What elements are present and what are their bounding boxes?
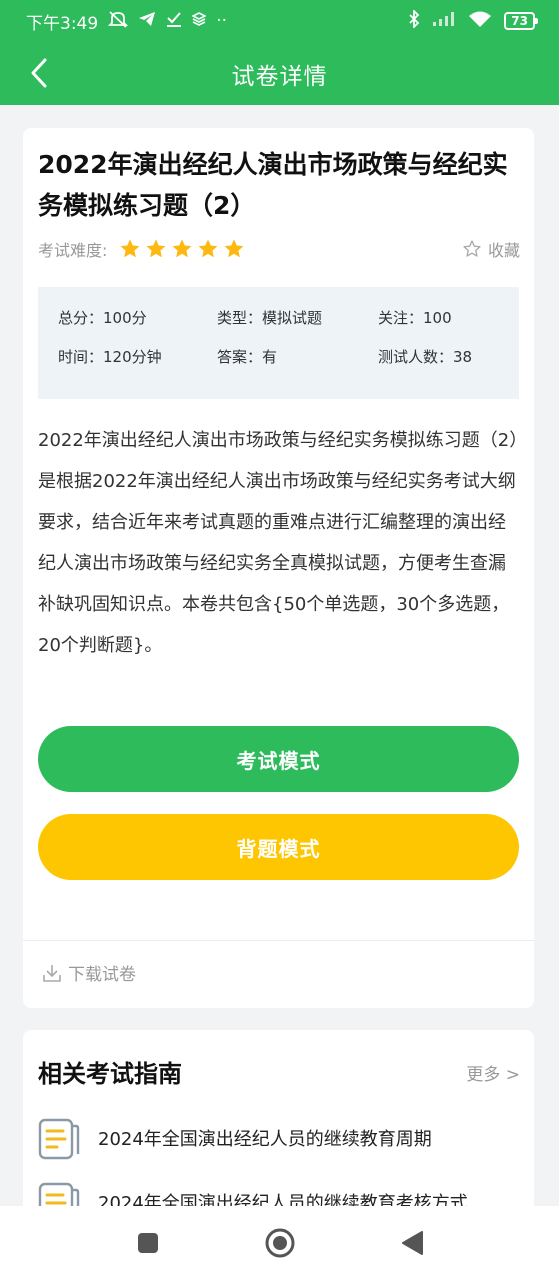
difficulty-row: 考试难度: 收藏: [38, 234, 520, 264]
battery-indicator: 73: [504, 12, 538, 30]
paper-title: 2022年演出经纪人演出市场政策与经纪实务模拟练习题（2）: [38, 150, 508, 220]
more-dots: ··: [216, 11, 227, 31]
guide-item-label: 2024年全国演出经纪人员的继续教育周期: [98, 1129, 432, 1150]
info-answer: 答案：有: [217, 348, 278, 366]
paper-description: 2022年演出经纪人演出市场政策与经纪实务模拟练习题（2）是根据2022年演出经…: [38, 430, 519, 656]
recents-button[interactable]: [128, 1223, 168, 1263]
guide-item[interactable]: 2024年全国演出经纪人员的继续教育周期: [38, 1114, 518, 1162]
divider: [23, 940, 534, 941]
info-test-count: 测试人数：38: [378, 348, 473, 366]
difficulty-label: 考试难度:: [38, 241, 108, 260]
download-button[interactable]: 下载试卷: [42, 960, 136, 985]
study-mode-button[interactable]: 背题模式: [38, 814, 519, 880]
star-icon: [172, 239, 192, 258]
document-icon: [38, 1118, 80, 1160]
favorite-button[interactable]: 收藏: [462, 237, 520, 261]
page-title: 试卷详情: [231, 63, 328, 90]
download-icon: [43, 964, 61, 982]
paper-card: 2022年演出经纪人演出市场政策与经纪实务模拟练习题（2） 考试难度: 收藏 总…: [23, 128, 534, 1008]
difficulty-stars: [119, 238, 245, 260]
favorite-label: 收藏: [487, 241, 520, 260]
info-type: 类型：模拟试题: [217, 309, 323, 327]
wifi-icon: [468, 10, 492, 33]
guides-title: 相关考试指南: [38, 1060, 182, 1088]
info-total-score: 总分：100分: [58, 309, 147, 327]
square-icon: [137, 1233, 158, 1253]
signal-icon: [432, 11, 456, 32]
star-outline-icon: [463, 240, 481, 257]
back-nav-button[interactable]: [392, 1223, 432, 1263]
status-time: 下午3:49: [26, 13, 99, 34]
star-icon: [146, 239, 166, 258]
triangle-back-icon: [401, 1231, 423, 1255]
system-nav-bar: [0, 1206, 559, 1280]
bluetooth-icon: [408, 8, 420, 33]
star-icon: [224, 239, 244, 258]
download-label: 下载试卷: [68, 965, 136, 985]
more-link[interactable]: 更多 >: [466, 1060, 520, 1085]
telegram-icon: [138, 11, 156, 32]
star-icon: [120, 239, 140, 258]
info-follow: 关注：100: [378, 309, 452, 327]
circle-icon: [265, 1228, 294, 1258]
layers-icon: [191, 11, 207, 31]
header-bar: 试卷详情: [0, 42, 559, 105]
guides-card: 相关考试指南 更多 > 2024年全国演出经纪人员的继续教育周期 2024年全国…: [23, 1030, 534, 1230]
star-icon: [198, 239, 218, 258]
back-button[interactable]: [22, 56, 56, 90]
status-bar: 下午3:49 ·· 73: [0, 0, 559, 42]
home-button[interactable]: [260, 1223, 300, 1263]
paper-info-box: 总分：100分 类型：模拟试题 关注：100 时间：120分钟 答案：有 测试人…: [38, 287, 519, 399]
check-download-icon: [166, 11, 182, 32]
chevron-left-icon: [31, 58, 47, 88]
mute-icon: [108, 10, 129, 33]
exam-mode-button[interactable]: 考试模式: [38, 726, 519, 792]
info-time: 时间：120分钟: [58, 348, 162, 366]
